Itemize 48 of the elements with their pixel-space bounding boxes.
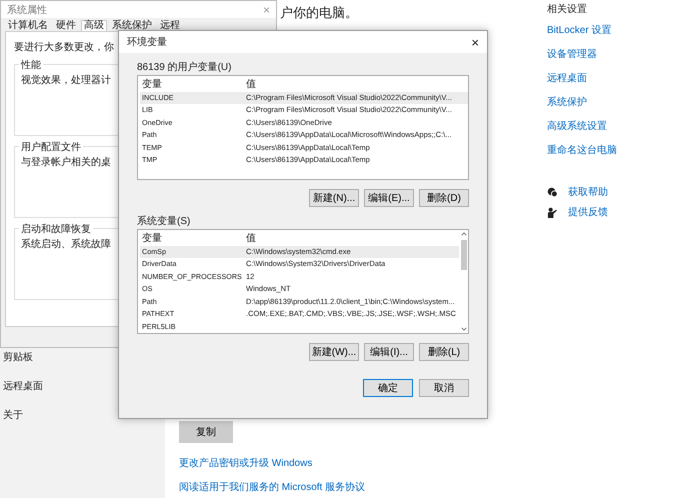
close-button[interactable]: ×	[471, 34, 479, 50]
link[interactable]: 阅读适用于我们服务的 Microsoft 服务协议	[179, 480, 366, 494]
group-text: 与登录帐户相关的桌	[21, 156, 111, 169]
tab[interactable]: 计算机名	[5, 20, 51, 31]
dialog-button[interactable]: 删除(L)	[419, 343, 469, 361]
column-header: 值	[246, 79, 256, 92]
cancel-button[interactable]: 取消	[419, 379, 469, 397]
link[interactable]: 系统保护	[547, 95, 587, 109]
link[interactable]: 重命名这台电脑	[547, 143, 617, 157]
window-title: 环境变量	[127, 36, 167, 49]
link[interactable]: 高级系统设置	[547, 119, 607, 133]
group-text: 系统启动、系统故障	[21, 238, 111, 251]
scroll-up-icon[interactable]	[460, 232, 466, 236]
window-title: 系统属性	[7, 4, 47, 16]
dialog-button[interactable]: 编辑(E)...	[364, 189, 414, 207]
section-title: 系统变量(S)	[137, 215, 192, 229]
group-title: 启动和故障恢复	[19, 222, 93, 236]
scroll-down-icon[interactable]	[460, 327, 466, 331]
group-text: 视觉效果，处理器计	[21, 74, 111, 87]
group-title: 性能	[19, 58, 43, 72]
page-heading: 户你的电脑。	[280, 4, 358, 22]
tab[interactable]: 系统保护	[109, 20, 155, 31]
section-title: 86139 的用户变量(U)	[137, 61, 232, 75]
copy-button[interactable]: 复制	[179, 421, 233, 443]
link[interactable]: 提供反馈	[568, 205, 608, 219]
link[interactable]: 获取帮助	[568, 185, 608, 199]
group-title: 用户配置文件	[19, 140, 83, 154]
column-header: 变量	[141, 79, 163, 92]
scrollbar[interactable]	[459, 230, 468, 333]
dialog-button[interactable]: 删除(D)	[419, 189, 469, 207]
help-icon	[547, 186, 558, 198]
section-title: 相关设置	[547, 2, 587, 16]
column-header: 值	[246, 233, 256, 246]
link[interactable]: 远程桌面	[547, 71, 587, 85]
tab[interactable]: 远程	[157, 20, 183, 31]
person-icon	[547, 206, 558, 218]
link[interactable]: 更改产品密钥或升级 Windows	[179, 456, 312, 470]
intro-text: 要进行大多数更改，你	[14, 40, 114, 54]
nav-item[interactable]: 关于	[0, 407, 165, 436]
ok-button[interactable]: 确定	[363, 379, 413, 397]
column-header: 变量	[141, 233, 163, 246]
dialog-button[interactable]: 新建(N)...	[309, 189, 359, 207]
link[interactable]: BitLocker 设置	[547, 23, 612, 37]
dialog-button[interactable]: 新建(W)...	[309, 343, 359, 361]
dialog-button[interactable]: 编辑(I)...	[364, 343, 414, 361]
tab[interactable]: 硬件	[53, 20, 79, 31]
tab[interactable]: 高级	[81, 20, 107, 31]
link[interactable]: 设备管理器	[547, 47, 597, 61]
